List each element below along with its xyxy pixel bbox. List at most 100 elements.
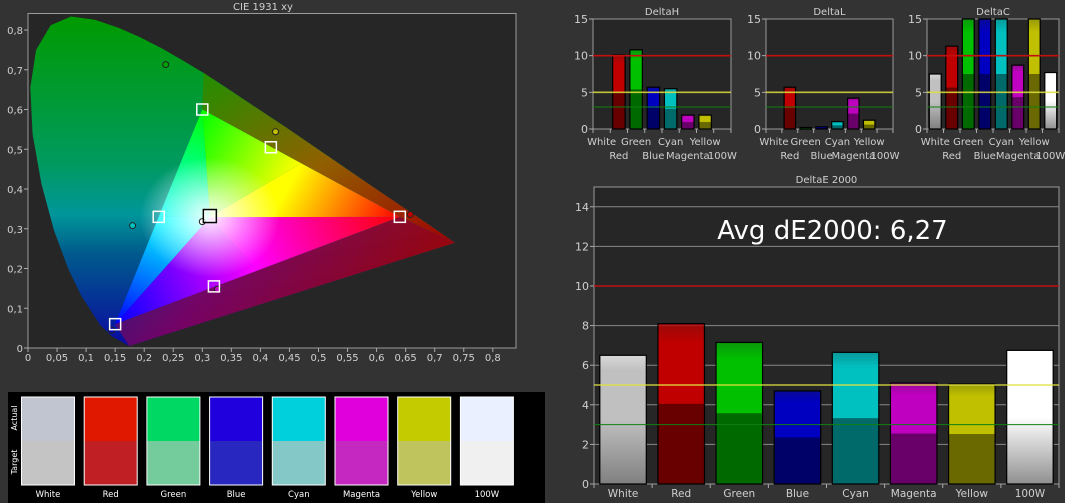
swatch-actual-green xyxy=(146,397,200,441)
category-label: 100W xyxy=(708,151,737,162)
swatch-label: 100W xyxy=(475,490,500,500)
category-label: Green xyxy=(791,137,821,148)
y-tick-label: 12 xyxy=(575,240,589,253)
swatch-target-magenta xyxy=(335,441,388,485)
swatch-target-100w xyxy=(460,441,514,485)
bar-shade xyxy=(945,87,958,129)
y-tick-label: 15 xyxy=(747,13,761,26)
swatch-target-yellow xyxy=(397,441,451,485)
y-tick-label: 15 xyxy=(908,13,922,26)
white-point-glow xyxy=(139,157,280,278)
bar-shade xyxy=(716,413,763,484)
y-tick-label: 5 xyxy=(915,86,922,99)
chart-deltal: DeltaL 0 5 10 15 White Red Green Blue Cyan Magenta… xyxy=(747,7,900,162)
bar-shade xyxy=(1028,74,1041,129)
bar-shade xyxy=(995,74,1008,129)
x-tick-label: 0,45 xyxy=(278,353,300,364)
y-tick-label: 10 xyxy=(575,280,589,293)
x-tick-label: 0,4 xyxy=(252,353,268,364)
x-tick-label: 0,55 xyxy=(336,353,358,364)
chart-deltah: DeltaH 0 5 10 15 White Red Green Blue Cyan Magenta… xyxy=(574,7,737,162)
category-label: White xyxy=(921,137,950,148)
category-label: Magenta xyxy=(996,151,1040,162)
y-tick-label: 0,5 xyxy=(7,145,23,156)
y-tick-label: 0,4 xyxy=(7,185,23,196)
category-label: Cyan xyxy=(825,137,850,148)
swatch-label: Magenta xyxy=(343,490,380,500)
bar-shade xyxy=(815,127,828,129)
category-label: Cyan xyxy=(658,137,683,148)
category-label: Blue xyxy=(642,151,664,162)
x-tick-label: 0,5 xyxy=(311,353,327,364)
category-label: Blue xyxy=(786,488,809,500)
y-tick-label: 10 xyxy=(908,50,922,63)
swatch-target-blue xyxy=(209,441,263,485)
y-tick-label: 4 xyxy=(582,399,589,412)
swatch-actual-white xyxy=(21,397,75,441)
y-tick-label: 15 xyxy=(574,13,588,26)
avg-delta-e-annotation: Avg dE2000: 6,27 xyxy=(717,216,947,246)
bar-100w xyxy=(1006,349,1054,485)
x-tick-label: 0,15 xyxy=(104,353,126,364)
x-tick-label: 0,05 xyxy=(46,353,68,364)
bar-shade xyxy=(774,437,821,484)
bar-white xyxy=(928,73,942,130)
swatch-label: Blue xyxy=(227,490,246,500)
bar-shade xyxy=(962,74,975,129)
cie-title: CIE 1931 xy xyxy=(233,2,293,13)
bar-100w xyxy=(1044,71,1058,130)
y-tick-label: 0,6 xyxy=(7,106,23,117)
category-label: Blue xyxy=(810,151,832,162)
x-tick-label: 0 xyxy=(25,353,31,364)
bar-white xyxy=(599,354,647,485)
bar-shade xyxy=(978,74,991,129)
chart-deltae-2000: DeltaE 2000 0 2 4 6 8 10 12 14 White Red Green Blue C… xyxy=(575,175,1060,500)
actual-row-label: Actual xyxy=(10,405,19,430)
x-tick-label: 0,7 xyxy=(427,353,443,364)
y-tick-label: 0 xyxy=(582,478,589,491)
y-tick-label: 5 xyxy=(581,86,588,99)
category-label: Yellow xyxy=(955,488,989,500)
category-label: Blue xyxy=(974,151,996,162)
category-label: Red xyxy=(942,151,961,162)
chart-title: DeltaE 2000 xyxy=(796,175,858,186)
x-tick-label: 0,1 xyxy=(78,353,94,364)
target-point-green xyxy=(162,61,170,69)
x-tick-label: 0,65 xyxy=(395,353,417,364)
bar-shade xyxy=(890,433,937,484)
swatch-actual-red xyxy=(84,397,138,441)
swatch-actual-cyan xyxy=(272,397,326,441)
bar-shade xyxy=(832,418,879,484)
y-tick-label: 14 xyxy=(575,201,589,214)
chart-title: DeltaL xyxy=(813,7,846,18)
swatch-label: Yellow xyxy=(410,490,437,500)
y-tick-label: 0 xyxy=(915,123,922,136)
y-tick-label: 10 xyxy=(574,50,588,63)
category-label: Yellow xyxy=(689,137,721,148)
bar-shade xyxy=(612,91,626,129)
x-tick-label: 0,25 xyxy=(162,353,184,364)
chart-deltac: DeltaC 0 5 10 15 White Red Green Blue Cyan Magenta… xyxy=(908,7,1065,162)
swatch-actual-blue xyxy=(209,397,263,441)
category-label: Yellow xyxy=(1018,137,1050,148)
y-tick-label: 0,2 xyxy=(7,265,23,276)
swatch-target-green xyxy=(146,441,200,485)
bar-shade xyxy=(698,122,712,129)
swatch-label: Red xyxy=(103,490,119,500)
category-label: 100W xyxy=(1036,151,1065,162)
y-tick-label: 0 xyxy=(581,123,588,136)
category-label: Cyan xyxy=(842,488,869,500)
y-tick-label: 0,3 xyxy=(7,225,23,236)
category-label: White xyxy=(608,488,639,500)
bar-shade xyxy=(681,122,695,129)
category-label: Cyan xyxy=(989,137,1014,148)
x-tick-label: 0,2 xyxy=(136,353,152,364)
bar-shade xyxy=(647,108,660,129)
bar-shade xyxy=(1011,97,1024,129)
bar-shade xyxy=(847,113,860,129)
category-label: Green xyxy=(621,137,651,148)
category-label: Green xyxy=(953,137,983,148)
y-tick-label: 6 xyxy=(582,359,589,372)
cie-chart: CIE 1931 xy 0 0,05 0,1 0,15 0,2 0,25 0,3 0,35 0,4… xyxy=(0,0,550,370)
swatch-actual-yellow xyxy=(397,397,451,441)
